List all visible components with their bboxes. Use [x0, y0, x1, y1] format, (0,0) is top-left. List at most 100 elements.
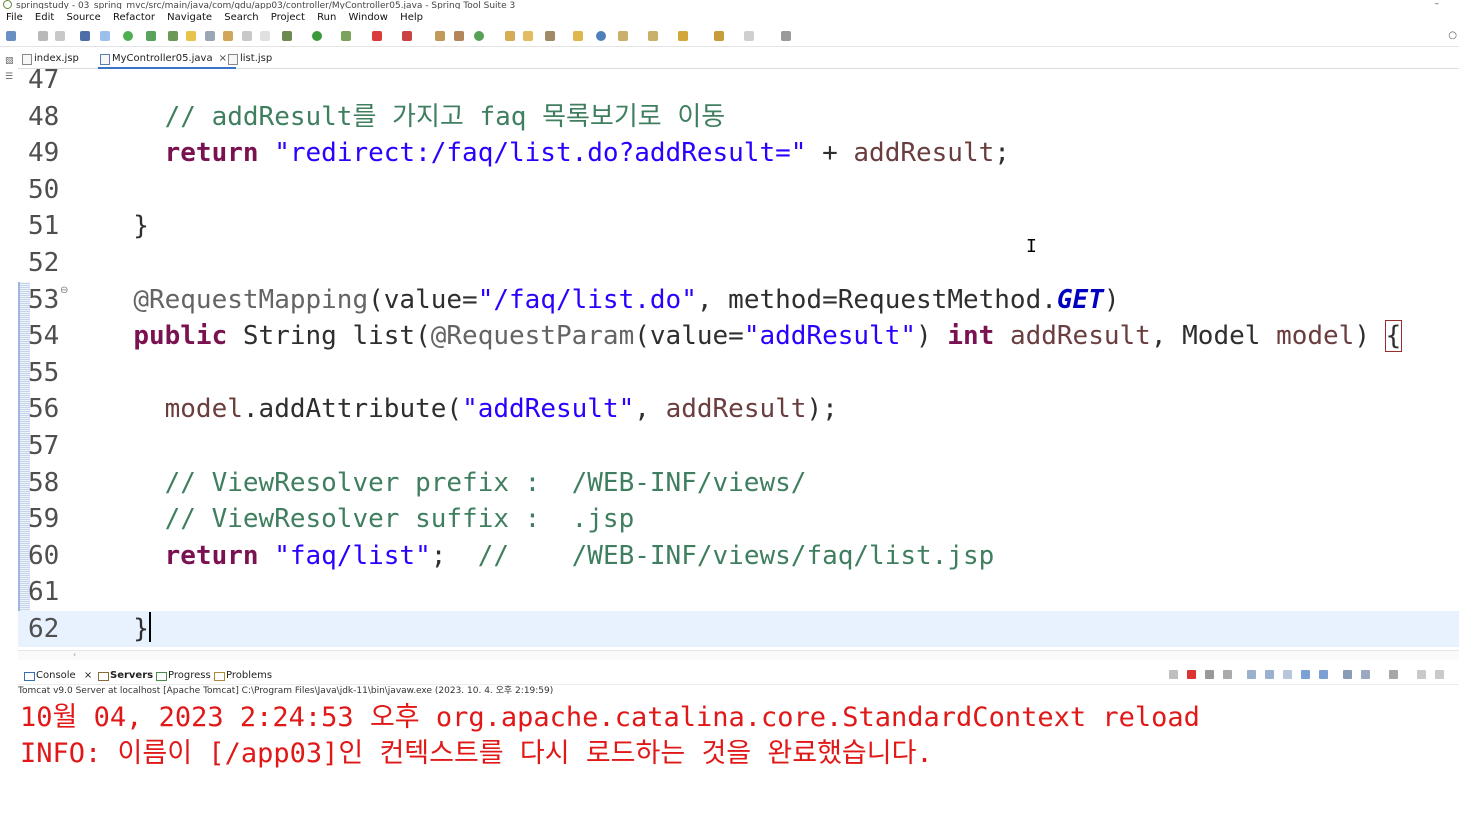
close-icon[interactable]: × [84, 670, 92, 681]
code-line[interactable]: 53 ⊖ @RequestMapping(value="/faq/list.do"… [18, 282, 1459, 318]
pin-console-icon[interactable] [1343, 670, 1352, 679]
new-console-icon[interactable] [1389, 670, 1398, 679]
paragraph-icon[interactable] [260, 31, 270, 41]
code-line[interactable]: 59 // ViewResolver suffix : .jsp [18, 501, 1459, 537]
grid-icon[interactable] [454, 31, 464, 41]
code-line[interactable]: 60 return "faq/list"; // /WEB-INF/views/… [18, 538, 1459, 574]
menu-navigate[interactable]: Navigate [167, 12, 212, 23]
run-icon[interactable] [312, 31, 322, 41]
code-text: public String list(@RequestParam(value="… [102, 318, 1403, 354]
code-line[interactable]: 57 [18, 428, 1459, 464]
block-select-icon[interactable] [223, 31, 233, 41]
console-output[interactable]: 10월 04, 2023 2:24:53 오후 org.apache.catal… [20, 700, 1455, 816]
quick-access-icon[interactable]: ○ [1448, 30, 1457, 41]
stop-icon[interactable] [372, 31, 382, 41]
code-line[interactable]: 55 [18, 355, 1459, 391]
spring-icon[interactable] [123, 31, 133, 41]
save-icon[interactable] [38, 31, 48, 41]
console-icon[interactable] [80, 31, 90, 41]
prev-annotation-icon[interactable] [648, 31, 658, 41]
code-line[interactable]: 62 } [18, 611, 1459, 647]
search-icon[interactable] [545, 31, 555, 41]
code-text: } [102, 208, 149, 244]
toggle-mark-icon[interactable] [100, 31, 110, 41]
scroll-left-icon[interactable]: ‹ [73, 650, 76, 659]
save-all-icon[interactable] [55, 31, 65, 41]
code-line[interactable]: 50 [18, 172, 1459, 208]
code-text: // ViewResolver prefix : /WEB-INF/views/ [102, 465, 807, 501]
outline-icon[interactable]: ☰ [5, 72, 13, 82]
menu-window[interactable]: Window [349, 12, 388, 23]
minimize-icon[interactable] [1417, 670, 1426, 679]
code-text: model.addAttribute("addResult", addResul… [102, 391, 838, 427]
remove-launch-icon[interactable] [1205, 670, 1214, 679]
tab-index-jsp[interactable]: index.jsp [20, 50, 79, 67]
code-line[interactable]: 58 // ViewResolver prefix : /WEB-INF/vie… [18, 465, 1459, 501]
open-folder-icon[interactable] [523, 31, 533, 41]
code-token: "faq/list" [274, 540, 431, 571]
link-icon[interactable] [205, 31, 215, 41]
fold-toggle-icon[interactable]: ⊖ [60, 285, 68, 296]
tab-mycontroller05-java[interactable]: MyController05.java × [98, 50, 236, 69]
code-line[interactable]: 56 model.addAttribute("addResult", addRe… [18, 391, 1459, 427]
coverage-icon[interactable] [341, 31, 351, 41]
show-on-stderr-icon[interactable] [1319, 670, 1328, 679]
server-icon[interactable] [435, 31, 445, 41]
code-line[interactable]: 51 } [18, 208, 1459, 244]
perspective-icon[interactable] [781, 31, 791, 41]
tab-problems[interactable]: Problems [212, 667, 272, 684]
refresh-icon[interactable] [146, 31, 156, 41]
globe-icon[interactable] [596, 31, 606, 41]
menu-edit[interactable]: Edit [35, 12, 54, 23]
debug-icon[interactable] [282, 31, 292, 41]
menu-help[interactable]: Help [400, 12, 423, 23]
show-on-stdout-icon[interactable] [1301, 670, 1310, 679]
code-line[interactable]: 54 public String list(@RequestParam(valu… [18, 318, 1459, 354]
code-line[interactable]: 61 [18, 574, 1459, 610]
remove-all-icon[interactable] [1223, 670, 1232, 679]
back-icon[interactable] [714, 31, 724, 41]
whitespace-icon[interactable] [242, 31, 252, 41]
scroll-lock-icon[interactable] [1265, 670, 1274, 679]
last-edit-icon[interactable] [678, 31, 688, 41]
horizontal-scrollbar[interactable]: ‹ [18, 650, 1459, 660]
external-tools-icon[interactable] [402, 31, 412, 41]
code-token: , Model [1150, 321, 1277, 352]
link-icon[interactable] [1169, 670, 1178, 679]
menu-project[interactable]: Project [271, 12, 305, 23]
pin-icon[interactable] [168, 31, 178, 41]
forward-icon[interactable] [744, 31, 754, 41]
word-wrap-icon[interactable] [1283, 670, 1292, 679]
maximize-icon[interactable] [1435, 670, 1444, 679]
highlight-icon[interactable] [186, 31, 196, 41]
new-icon[interactable] [6, 31, 16, 41]
tab-progress[interactable]: Progress [154, 667, 211, 684]
terminate-icon[interactable] [1187, 670, 1196, 679]
clear-console-icon[interactable] [1247, 670, 1256, 679]
code-token: ) [1354, 321, 1386, 352]
minimize-button[interactable]: – [1435, 0, 1440, 9]
tab-servers[interactable]: Servers [96, 667, 153, 684]
menu-refactor[interactable]: Refactor [113, 12, 155, 23]
new-class-icon[interactable] [474, 31, 484, 41]
code-token: } [102, 614, 149, 644]
code-line[interactable]: 47 [18, 68, 1459, 98]
next-annotation-icon[interactable] [618, 31, 628, 41]
open-task-icon[interactable] [573, 31, 583, 41]
code-line[interactable]: 52 [18, 245, 1459, 281]
code-line[interactable]: 48 // addResult를 가지고 faq 목록보기로 이동 [18, 99, 1459, 135]
tab-list-jsp[interactable]: list.jsp [226, 50, 272, 67]
menu-source[interactable]: Source [66, 12, 100, 23]
tab-console[interactable]: Console × [22, 667, 92, 684]
display-console-icon[interactable] [1361, 670, 1370, 679]
code-editor[interactable]: 47 48 // addResult를 가지고 faq 목록보기로 이동 49 re… [18, 68, 1459, 650]
code-line[interactable]: 49 return "redirect:/faq/list.do?addResu… [18, 135, 1459, 171]
menu-run[interactable]: Run [317, 12, 336, 23]
code-token: model [164, 394, 243, 425]
code-token: GET [1056, 284, 1104, 315]
restore-icon[interactable]: ▧ [5, 56, 14, 66]
menu-search[interactable]: Search [224, 12, 258, 23]
menu-file[interactable]: File [6, 12, 23, 23]
open-type-icon[interactable] [505, 31, 515, 41]
